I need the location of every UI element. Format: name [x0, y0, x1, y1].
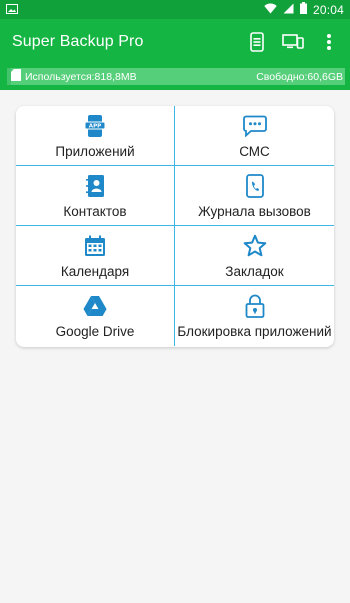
category-app-lock[interactable]: Блокировка приложений [175, 286, 334, 346]
category-apps[interactable]: APP Приложений [16, 106, 175, 166]
category-app-lock-label: Блокировка приложений [177, 324, 332, 339]
category-sms[interactable]: СМС [175, 106, 334, 166]
category-apps-label: Приложений [55, 144, 135, 159]
category-bookmarks[interactable]: Закладок [175, 226, 334, 286]
sms-icon [242, 114, 267, 138]
app-title: Super Backup Pro [12, 32, 144, 50]
svg-text:APP: APP [89, 124, 102, 130]
app-icon: APP [83, 114, 107, 138]
app-actions [246, 31, 340, 53]
star-icon [243, 234, 267, 258]
sd-card-icon [11, 69, 21, 84]
storage-used-label: Используется:818,8MB [25, 70, 137, 83]
contacts-icon [83, 174, 107, 198]
storage-free-label: Свободно:60,6GB [256, 70, 343, 83]
category-contacts-label: Контактов [63, 204, 127, 219]
storage-used: Используется:818,8MB [11, 69, 137, 84]
backup-categories-card: APP Приложений СМС Контактов Журнала выз… [16, 106, 334, 347]
google-drive-icon [83, 294, 107, 318]
category-google-drive[interactable]: Google Drive [16, 286, 175, 346]
storage-progress-track: Используется:818,8MB Свободно:60,6GB [7, 68, 345, 85]
category-calendar-label: Календаря [60, 264, 130, 279]
image-notification-icon [6, 3, 18, 17]
category-call-logs[interactable]: Журнала вызовов [175, 166, 334, 226]
wifi-icon [264, 3, 277, 17]
backup-categories-grid: APP Приложений СМС Контактов Журнала выз… [16, 106, 334, 346]
devices-icon[interactable] [282, 31, 304, 53]
storage-text: Используется:818,8MB Свободно:60,6GB [7, 68, 345, 85]
app-bar: Super Backup Pro [0, 19, 350, 64]
lock-icon [243, 294, 267, 318]
battery-icon [299, 2, 307, 17]
status-left [6, 3, 18, 17]
call-log-icon [243, 174, 267, 198]
category-sms-label: СМС [239, 144, 270, 159]
category-call-logs-label: Журнала вызовов [198, 204, 311, 219]
category-calendar[interactable]: Календаря [16, 226, 175, 286]
category-bookmarks-label: Закладок [225, 264, 284, 279]
more-vert-icon[interactable] [318, 31, 340, 53]
status-bar: 20:04 [0, 0, 350, 19]
calendar-icon [83, 234, 107, 258]
category-contacts[interactable]: Контактов [16, 166, 175, 226]
phone-storage-icon[interactable] [246, 31, 268, 53]
storage-bar: Используется:818,8MB Свободно:60,6GB [0, 64, 350, 90]
category-google-drive-label: Google Drive [55, 324, 135, 339]
signal-icon [283, 3, 294, 17]
status-time: 20:04 [312, 2, 344, 17]
status-right: 20:04 [264, 2, 344, 17]
